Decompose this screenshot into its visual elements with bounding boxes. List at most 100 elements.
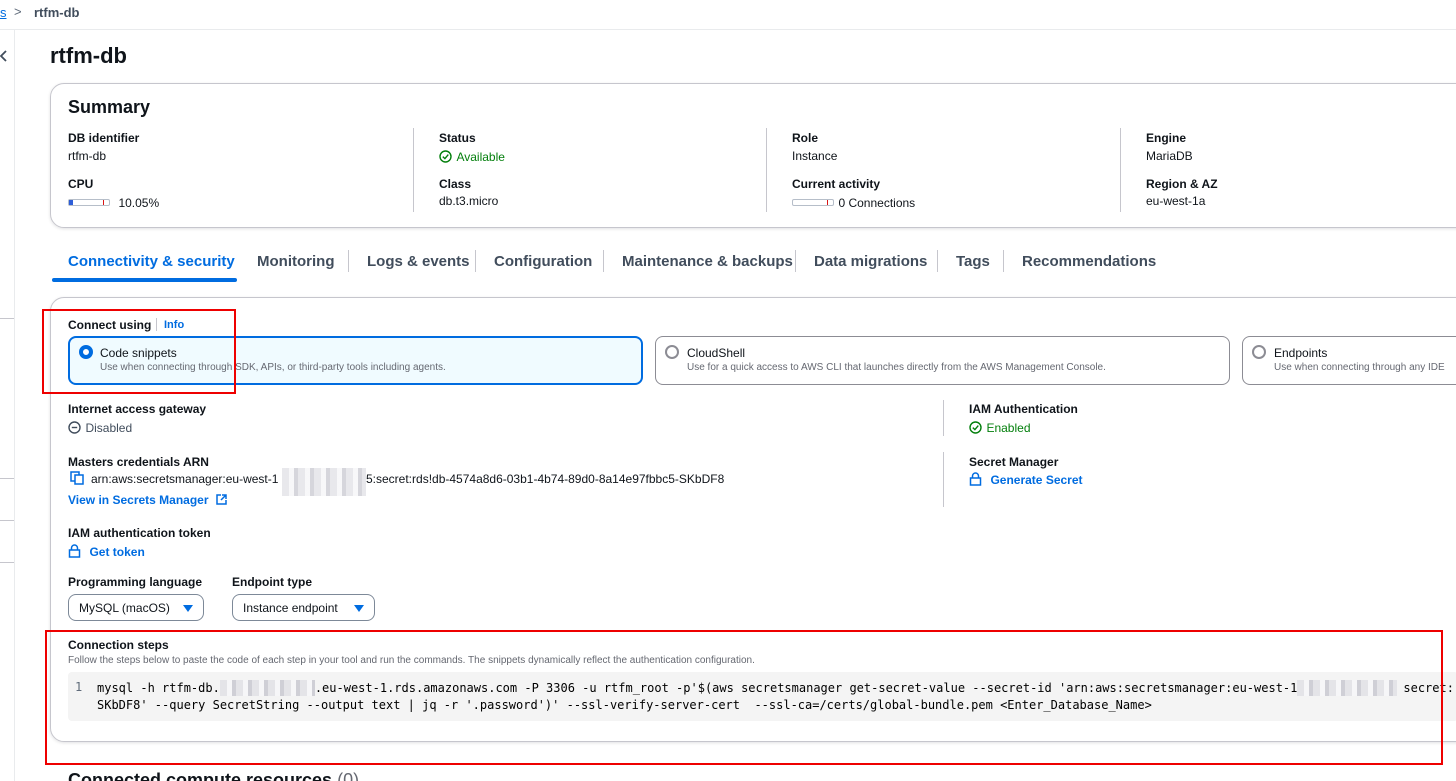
iam-token-label: IAM authentication token	[68, 526, 211, 540]
breadcrumb-bar	[0, 0, 1456, 30]
role-value: Instance	[792, 149, 838, 163]
get-token-link[interactable]: Get token	[89, 545, 144, 559]
class-label: Class	[439, 177, 472, 191]
tab-logs-events[interactable]: Logs & events	[367, 253, 470, 270]
breadcrumb-link[interactable]: s	[0, 5, 7, 20]
tab-separator	[348, 250, 349, 272]
endpoint-type-select[interactable]: Instance endpoint	[232, 594, 375, 621]
cpu-meter-row: 10.05%	[68, 194, 159, 212]
option-title: CloudShell	[687, 346, 746, 360]
iam-auth-row: Enabled	[969, 419, 1031, 437]
breadcrumb-current: rtfm-db	[34, 5, 80, 20]
masters-arn-label: Masters credentials ARN	[68, 455, 209, 469]
region-label: Region & AZ	[1146, 177, 1218, 191]
summary-title: Summary	[68, 97, 151, 117]
activity-value: 0 Connections	[838, 196, 916, 210]
rail-divider	[0, 478, 14, 479]
cpu-value: 10.05%	[118, 196, 160, 210]
cpu-meter-threshold	[103, 200, 104, 206]
option-description: Use for a quick access to AWS CLI that l…	[687, 362, 1106, 373]
connected-compute-count: (0)	[337, 770, 360, 781]
tab-monitoring[interactable]: Monitoring	[257, 253, 334, 270]
rail-divider	[0, 562, 14, 563]
language-selected-value: MySQL (macOS)	[79, 601, 170, 615]
caret-down-icon	[354, 605, 364, 612]
get-token-row[interactable]: Get token	[68, 543, 145, 561]
cpu-meter	[68, 199, 110, 207]
tab-tags[interactable]: Tags	[956, 253, 990, 270]
tab-separator	[937, 250, 938, 272]
class-value: db.t3.micro	[439, 194, 499, 208]
internet-gateway-value: Disabled	[85, 421, 133, 435]
check-circle-icon	[439, 150, 452, 163]
disabled-circle-icon	[68, 421, 81, 434]
side-navigation-rail	[0, 30, 15, 781]
tab-maintenance-backups[interactable]: Maintenance & backups	[622, 253, 793, 270]
tab-separator	[1003, 250, 1004, 272]
rail-divider	[0, 520, 14, 521]
masters-arn-prefix: arn:aws:secretsmanager:eu-west-1	[91, 472, 279, 486]
generate-secret-link[interactable]: Generate Secret	[990, 473, 1082, 487]
engine-label: Engine	[1146, 131, 1187, 145]
summary-card	[50, 83, 1456, 228]
status-label: Status	[439, 131, 476, 145]
tab-connectivity-security[interactable]: Connectivity & security	[68, 253, 235, 270]
caret-down-icon	[183, 605, 193, 612]
region-value: eu-west-1a	[1146, 194, 1206, 208]
tab-recommendations[interactable]: Recommendations	[1022, 253, 1156, 270]
tab-configuration[interactable]: Configuration	[494, 253, 592, 270]
internet-gateway-row: Disabled	[68, 419, 132, 437]
collapse-arrow-icon[interactable]	[0, 50, 8, 62]
option-cloudshell[interactable]	[655, 336, 1230, 385]
radio-endpoints[interactable]	[1252, 345, 1266, 359]
cpu-label: CPU	[68, 177, 94, 191]
summary-divider	[1120, 128, 1121, 212]
rail-divider	[0, 318, 14, 319]
iam-auth-value: Enabled	[986, 421, 1031, 435]
endpoint-type-selected-value: Instance endpoint	[243, 601, 338, 615]
db-identifier-value: rtfm-db	[68, 149, 107, 163]
tab-separator	[475, 250, 476, 272]
tab-separator	[603, 250, 604, 272]
tab-data-migrations[interactable]: Data migrations	[814, 253, 927, 270]
view-secrets-manager-row[interactable]: View in Secrets Manager	[68, 491, 227, 509]
db-identifier-label: DB identifier	[68, 131, 140, 145]
cpu-meter-fill	[69, 200, 74, 206]
highlight-box	[45, 630, 1443, 765]
column-divider	[943, 400, 944, 436]
internet-gateway-label: Internet access gateway	[68, 402, 207, 416]
option-title: Endpoints	[1274, 346, 1328, 360]
activity-meter	[792, 199, 834, 207]
page-title: rtfm-db	[50, 43, 127, 68]
lock-icon	[969, 472, 982, 486]
role-label: Role	[792, 131, 819, 145]
masters-arn-suffix: 5:secret:rds!db-4574a8d6-03b1-4b74-89d0-…	[366, 472, 725, 486]
option-endpoints[interactable]	[1242, 336, 1456, 385]
status-row: Available	[439, 148, 505, 166]
iam-auth-label: IAM Authentication	[969, 402, 1078, 416]
language-select[interactable]: MySQL (macOS)	[68, 594, 204, 621]
redacted-account-id	[282, 468, 366, 496]
status-value: Available	[456, 150, 505, 164]
endpoint-type-label: Endpoint type	[232, 575, 312, 589]
engine-value: MariaDB	[1146, 149, 1193, 163]
activity-meter-threshold	[827, 200, 828, 206]
option-description: Use when connecting through any IDE	[1274, 362, 1445, 373]
check-circle-icon	[969, 421, 982, 434]
external-link-icon[interactable]	[216, 494, 227, 505]
highlight-box	[42, 309, 236, 394]
lock-icon	[68, 544, 81, 558]
generate-secret-row[interactable]: Generate Secret	[969, 471, 1083, 489]
radio-cloudshell[interactable]	[665, 345, 679, 359]
activity-row: 0 Connections	[792, 194, 915, 212]
connected-compute-title: Connected compute resources (0)	[68, 770, 359, 781]
breadcrumb-separator: >	[14, 4, 22, 19]
active-tab-indicator	[52, 278, 237, 282]
view-secrets-manager-link[interactable]: View in Secrets Manager	[68, 493, 209, 507]
summary-divider	[766, 128, 767, 212]
copy-icon[interactable]	[70, 471, 84, 485]
language-label: Programming language	[68, 575, 203, 589]
tab-separator	[795, 250, 796, 272]
activity-label: Current activity	[792, 177, 881, 191]
column-divider	[943, 452, 944, 507]
